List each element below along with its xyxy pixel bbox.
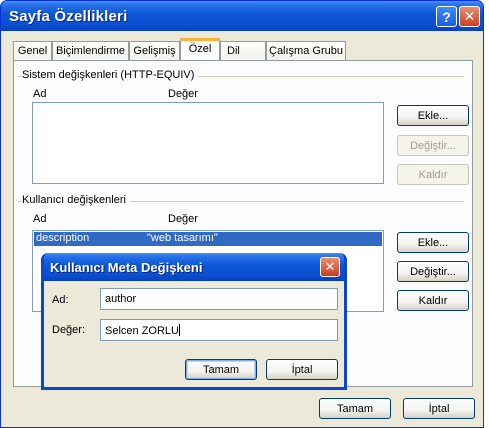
ok-button[interactable]: Tamam — [319, 398, 391, 419]
system-remove-button[interactable]: Kaldır — [397, 164, 469, 185]
name-label: Ad: — [52, 294, 69, 306]
value-field-value: Selcen ZORLU — [105, 325, 179, 337]
system-col-name: Ad — [33, 88, 47, 100]
dialog-close-button[interactable]: ✕ — [320, 257, 340, 277]
close-icon: ✕ — [324, 259, 336, 274]
system-vars-group-label: Sistem değişkenleri (HTTP-EQUIV) — [22, 69, 199, 81]
system-vars-list[interactable] — [32, 102, 384, 184]
close-icon: ✕ — [463, 8, 476, 24]
user-col-name: Ad — [33, 213, 47, 225]
name-field[interactable]: author — [100, 288, 338, 310]
user-vars-group-label: Kullanıcı değişkenleri — [22, 194, 130, 206]
row-value: "web tasarımı" — [147, 232, 218, 244]
list-item[interactable]: description "web tasarımı" — [34, 232, 382, 246]
title-bar[interactable]: Sayfa Özellikleri ? ✕ — [1, 1, 483, 31]
text-caret — [178, 324, 180, 336]
dialog-ok-button[interactable]: Tamam — [185, 359, 257, 380]
user-meta-variable-dialog: Kullanıcı Meta Değişkeni ✕ Ad: author De… — [41, 253, 347, 390]
user-modify-button[interactable]: Değiştir... — [397, 261, 469, 282]
dialog-title-bar[interactable]: Kullanıcı Meta Değişkeni ✕ — [44, 253, 344, 281]
tab-genel[interactable]: Genel — [13, 41, 52, 60]
tab-calisma-grubu[interactable]: Çalışma Grubu — [266, 41, 346, 60]
cancel-button[interactable]: İptal — [403, 398, 475, 419]
tab-dil[interactable]: Dil — [220, 41, 266, 60]
dialog-cancel-button[interactable]: İptal — [266, 359, 338, 380]
value-label: Değer: — [52, 324, 86, 336]
tab-gelismis[interactable]: Gelişmiş — [129, 41, 180, 60]
name-field-value: author — [105, 293, 137, 305]
system-add-button[interactable]: Ekle... — [397, 105, 469, 126]
value-field[interactable]: Selcen ZORLU — [100, 319, 338, 341]
tab-bicimlendirme[interactable]: Biçimlendirme — [52, 41, 129, 60]
user-remove-button[interactable]: Kaldır — [397, 290, 469, 311]
system-col-value: Değer — [168, 88, 198, 100]
help-icon: ? — [442, 8, 451, 25]
user-add-button[interactable]: Ekle... — [397, 232, 469, 253]
help-button[interactable]: ? — [436, 6, 457, 27]
window-title: Sayfa Özellikleri — [9, 8, 128, 25]
close-button[interactable]: ✕ — [459, 6, 480, 27]
user-col-value: Değer — [168, 213, 198, 225]
tab-ozel[interactable]: Özel — [180, 38, 220, 60]
row-name: description — [36, 232, 90, 244]
dialog-title: Kullanıcı Meta Değişkeni — [50, 260, 203, 275]
system-modify-button[interactable]: Değiştir... — [397, 135, 469, 156]
